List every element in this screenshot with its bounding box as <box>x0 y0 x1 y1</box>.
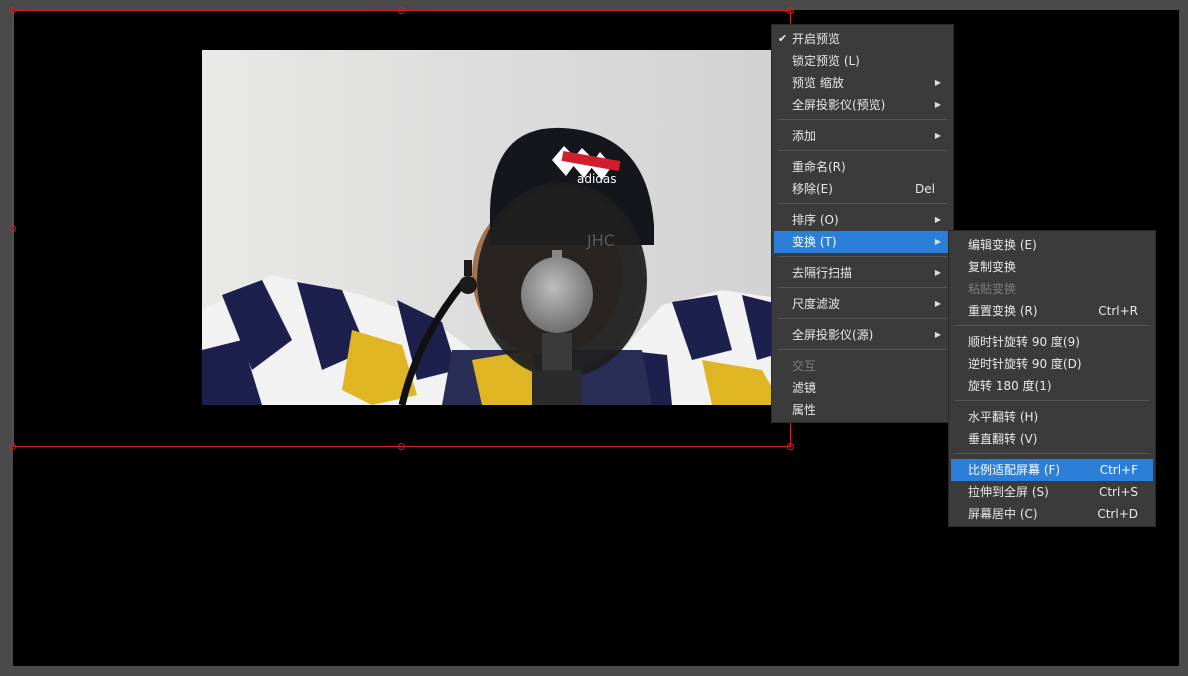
menu-item-rotate-ccw[interactable]: 逆时针旋转 90 度(D) <box>951 353 1153 375</box>
menu-item-filters[interactable]: 滤镜 <box>774 377 951 399</box>
menu-item-fit-to-screen[interactable]: 比例适配屏幕 (F) Ctrl+F <box>951 459 1153 481</box>
menu-item-flip-horizontal[interactable]: 水平翻转 (H) <box>951 406 1153 428</box>
menu-item-label: 尺度滤波 <box>792 297 841 311</box>
submenu-arrow-icon: ▶ <box>934 299 941 308</box>
menu-item-label: 锁定预览 (L) <box>792 54 860 68</box>
submenu-arrow-icon: ▶ <box>934 330 941 339</box>
menu-item-label: 重命名(R) <box>792 160 846 174</box>
menu-item-transform[interactable]: 变换 (T) ▶ <box>774 231 951 253</box>
menu-item-label: 添加 <box>792 129 817 143</box>
menu-item-label: 变换 (T) <box>792 235 837 249</box>
menu-item-preview-zoom[interactable]: 预览 缩放 ▶ <box>774 72 951 94</box>
menu-separator <box>955 325 1149 326</box>
menu-item-label: 移除(E) <box>792 182 833 196</box>
menu-item-label: 全屏投影仪(源) <box>792 328 874 342</box>
submenu-arrow-icon: ▶ <box>934 268 941 277</box>
menu-item-shortcut: Ctrl+S <box>1098 485 1138 499</box>
menu-item-remove[interactable]: 移除(E) Del <box>774 178 951 200</box>
menu-item-interact: 交互 <box>774 355 951 377</box>
menu-separator <box>778 349 947 350</box>
menu-item-stretch-to-screen[interactable]: 拉伸到全屏 (S) Ctrl+S <box>951 481 1153 503</box>
menu-item-label: 属性 <box>792 403 817 417</box>
resize-handle-top-right[interactable] <box>787 7 794 14</box>
menu-item-fullscreen-projector-preview[interactable]: 全屏投影仪(预览) ▶ <box>774 94 951 116</box>
menu-item-label: 逆时针旋转 90 度(D) <box>968 357 1082 371</box>
menu-item-label: 全屏投影仪(预览) <box>792 98 886 112</box>
submenu-arrow-icon: ▶ <box>934 100 941 109</box>
submenu-arrow-icon: ▶ <box>934 237 941 246</box>
menu-item-center-to-screen[interactable]: 屏幕居中 (C) Ctrl+D <box>951 503 1153 525</box>
menu-item-rotate-cw[interactable]: 顺时针旋转 90 度(9) <box>951 331 1153 353</box>
transform-submenu: 编辑变换 (E) 复制变换 粘贴变换 重置变换 (R) Ctrl+R 顺时针旋转… <box>948 230 1156 527</box>
menu-item-label: 屏幕居中 (C) <box>968 507 1038 521</box>
submenu-arrow-icon: ▶ <box>934 215 941 224</box>
menu-item-shortcut: Del <box>915 182 935 196</box>
menu-separator <box>778 119 947 120</box>
menu-item-label: 去隔行扫描 <box>792 266 853 280</box>
resize-handle-middle-left[interactable] <box>9 225 16 232</box>
menu-item-shortcut: Ctrl+R <box>1098 304 1138 318</box>
menu-separator <box>955 400 1149 401</box>
menu-item-order[interactable]: 排序 (O) ▶ <box>774 209 951 231</box>
menu-item-shortcut: Ctrl+F <box>1099 463 1138 477</box>
menu-item-label: 交互 <box>792 359 817 373</box>
submenu-arrow-icon: ▶ <box>934 78 941 87</box>
menu-item-label: 顺时针旋转 90 度(9) <box>968 335 1080 349</box>
resize-handle-top-center[interactable] <box>398 7 405 14</box>
menu-item-label: 开启预览 <box>792 32 841 46</box>
menu-item-label: 预览 缩放 <box>792 76 844 90</box>
menu-item-label: 拉伸到全屏 (S) <box>968 485 1049 499</box>
submenu-arrow-icon: ▶ <box>934 131 941 140</box>
menu-item-label: 复制变换 <box>968 260 1017 274</box>
resize-handle-bottom-left[interactable] <box>9 443 16 450</box>
menu-item-deinterlacing[interactable]: 去隔行扫描 ▶ <box>774 262 951 284</box>
menu-item-add[interactable]: 添加 ▶ <box>774 125 951 147</box>
menu-item-scale-filtering[interactable]: 尺度滤波 ▶ <box>774 293 951 315</box>
menu-item-fullscreen-projector-source[interactable]: 全屏投影仪(源) ▶ <box>774 324 951 346</box>
menu-separator <box>778 318 947 319</box>
menu-separator <box>778 203 947 204</box>
resize-handle-bottom-center[interactable] <box>398 443 405 450</box>
menu-separator <box>778 150 947 151</box>
menu-item-edit-transform[interactable]: 编辑变换 (E) <box>951 234 1153 256</box>
menu-item-label: 重置变换 (R) <box>968 304 1038 318</box>
menu-item-label: 排序 (O) <box>792 213 839 227</box>
menu-item-enable-preview[interactable]: ✔ 开启预览 <box>774 28 951 50</box>
menu-item-label: 粘贴变换 <box>968 282 1017 296</box>
menu-item-rename[interactable]: 重命名(R) <box>774 156 951 178</box>
menu-item-rotate-180[interactable]: 旋转 180 度(1) <box>951 375 1153 397</box>
menu-separator <box>778 256 947 257</box>
menu-separator <box>778 287 947 288</box>
menu-item-reset-transform[interactable]: 重置变换 (R) Ctrl+R <box>951 300 1153 322</box>
menu-item-label: 旋转 180 度(1) <box>968 379 1052 393</box>
menu-item-lock-preview[interactable]: 锁定预览 (L) <box>774 50 951 72</box>
selection-bounding-box[interactable] <box>13 10 791 447</box>
menu-item-label: 滤镜 <box>792 381 817 395</box>
context-menu: ✔ 开启预览 锁定预览 (L) 预览 缩放 ▶ 全屏投影仪(预览) ▶ 添加 ▶… <box>771 24 954 423</box>
resize-handle-top-left[interactable] <box>9 7 16 14</box>
menu-item-flip-vertical[interactable]: 垂直翻转 (V) <box>951 428 1153 450</box>
menu-item-copy-transform[interactable]: 复制变换 <box>951 256 1153 278</box>
menu-item-label: 比例适配屏幕 (F) <box>968 463 1061 477</box>
menu-item-label: 水平翻转 (H) <box>968 410 1039 424</box>
resize-handle-bottom-right[interactable] <box>787 443 794 450</box>
menu-item-shortcut: Ctrl+D <box>1097 507 1138 521</box>
menu-item-paste-transform: 粘贴变换 <box>951 278 1153 300</box>
menu-item-label: 垂直翻转 (V) <box>968 432 1038 446</box>
menu-separator <box>955 453 1149 454</box>
menu-item-label: 编辑变换 (E) <box>968 238 1037 252</box>
menu-item-properties[interactable]: 属性 <box>774 399 951 421</box>
checkmark-icon: ✔ <box>778 32 788 45</box>
